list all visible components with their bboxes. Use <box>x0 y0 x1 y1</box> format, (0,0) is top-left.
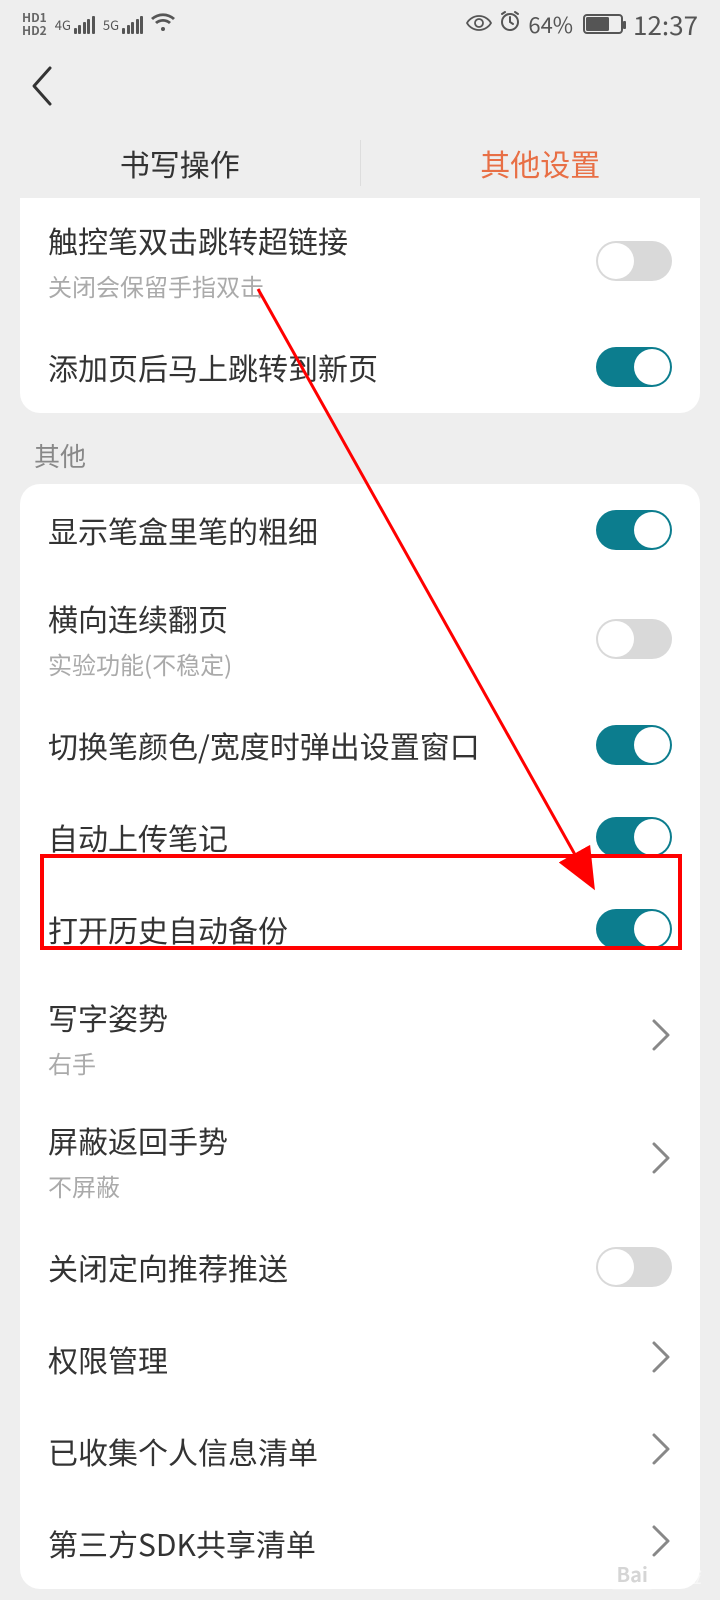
row-title: 切换笔颜色/宽度时弹出设置窗口 <box>48 723 596 767</box>
tab-writing-operations[interactable]: 书写操作 <box>0 128 360 198</box>
row-subtitle: 右手 <box>48 1045 650 1080</box>
hd-badge: HD1 HD2 <box>22 11 47 37</box>
chevron-right-icon <box>650 1340 672 1379</box>
toggle-auto-upload[interactable] <box>596 817 672 857</box>
toggle-show-pen-thickness[interactable] <box>596 510 672 550</box>
row-writing-posture[interactable]: 写字姿势 右手 <box>20 975 700 1098</box>
battery-icon <box>583 14 623 34</box>
tab-bar: 书写操作 其他设置 <box>0 128 720 198</box>
tab-label: 书写操作 <box>120 141 240 185</box>
settings-card: 触控笔双击跳转超链接 关闭会保留手指双击 添加页后马上跳转到新页 <box>20 198 700 413</box>
back-button[interactable] <box>28 64 58 113</box>
section-header-other: 其他 <box>0 413 720 484</box>
row-disable-targeted-push[interactable]: 关闭定向推荐推送 <box>20 1221 700 1313</box>
tab-other-settings[interactable]: 其他设置 <box>361 128 720 198</box>
settings-card-other: 显示笔盒里笔的粗细 横向连续翻页 实验功能(不稳定) 切换笔颜色/宽度时弹出设置… <box>20 484 700 1589</box>
row-subtitle: 关闭会保留手指双击 <box>48 268 596 303</box>
row-title: 打开历史自动备份 <box>48 907 596 951</box>
chevron-right-icon <box>650 1018 672 1057</box>
row-horizontal-flip[interactable]: 横向连续翻页 实验功能(不稳定) <box>20 576 700 699</box>
row-jump-newpage[interactable]: 添加页后马上跳转到新页 <box>20 321 700 413</box>
toggle-history-backup[interactable] <box>596 909 672 949</box>
row-title: 显示笔盒里笔的粗细 <box>48 508 596 552</box>
row-show-pen-thickness[interactable]: 显示笔盒里笔的粗细 <box>20 484 700 576</box>
chevron-right-icon <box>650 1432 672 1471</box>
battery-text: 64% <box>528 8 573 40</box>
row-collected-info[interactable]: 已收集个人信息清单 <box>20 1405 700 1497</box>
row-title: 横向连续翻页 <box>48 596 596 640</box>
status-bar: HD1 HD2 4G 5G 64% 12:37 <box>0 0 720 48</box>
chevron-right-icon <box>650 1141 672 1180</box>
tab-label: 其他设置 <box>480 141 600 185</box>
eye-icon <box>466 8 492 40</box>
row-title: 写字姿势 <box>48 995 650 1039</box>
row-title: 权限管理 <box>48 1337 650 1381</box>
clock: 12:37 <box>633 6 698 43</box>
watermark: Bai 经验 <box>610 1557 702 1590</box>
signal-5g: 5G <box>103 15 143 34</box>
row-third-party-sdk[interactable]: 第三方SDK共享清单 <box>20 1497 700 1589</box>
row-permissions[interactable]: 权限管理 <box>20 1313 700 1405</box>
signal-4g: 4G <box>55 15 95 34</box>
row-title: 触控笔双击跳转超链接 <box>48 218 596 262</box>
toggle-stylus-doubletap[interactable] <box>596 241 672 281</box>
row-title: 已收集个人信息清单 <box>48 1429 650 1473</box>
row-history-backup[interactable]: 打开历史自动备份 <box>20 883 700 975</box>
row-auto-upload[interactable]: 自动上传笔记 <box>20 791 700 883</box>
row-title: 屏蔽返回手势 <box>48 1118 650 1162</box>
row-subtitle: 不屏蔽 <box>48 1168 650 1203</box>
toggle-jump-newpage[interactable] <box>596 347 672 387</box>
row-title: 自动上传笔记 <box>48 815 596 859</box>
row-color-popup[interactable]: 切换笔颜色/宽度时弹出设置窗口 <box>20 699 700 791</box>
navigation-bar <box>0 48 720 128</box>
row-title: 关闭定向推荐推送 <box>48 1245 596 1289</box>
toggle-color-popup[interactable] <box>596 725 672 765</box>
toggle-horizontal-flip[interactable] <box>596 619 672 659</box>
row-block-back-gesture[interactable]: 屏蔽返回手势 不屏蔽 <box>20 1098 700 1221</box>
toggle-disable-targeted-push[interactable] <box>596 1247 672 1287</box>
row-title: 添加页后马上跳转到新页 <box>48 345 596 389</box>
wifi-icon <box>151 8 175 40</box>
row-title: 第三方SDK共享清单 <box>48 1521 650 1565</box>
alarm-icon <box>498 8 522 40</box>
row-subtitle: 实验功能(不稳定) <box>48 646 596 681</box>
row-stylus-doubletap[interactable]: 触控笔双击跳转超链接 关闭会保留手指双击 <box>20 198 700 321</box>
